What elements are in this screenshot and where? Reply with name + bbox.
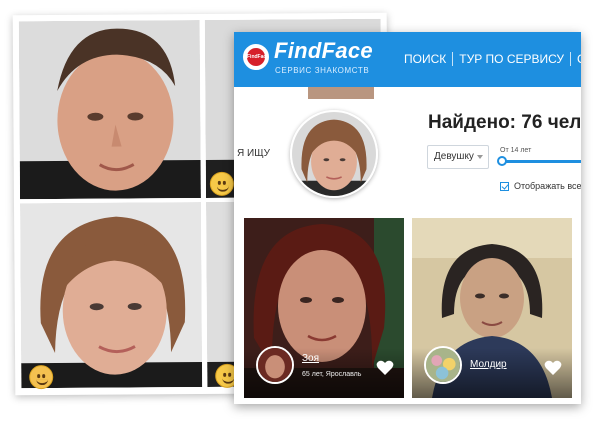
top-bar: FindFace FindFace СЕРВИС ЗНАКОМСТВ ПОИСК… (234, 32, 581, 87)
nav-item-tour[interactable]: ТУР ПО СЕРВИСУ (453, 52, 570, 66)
main-nav: ПОИСК ТУР ПО СЕРВИСУ СИ (398, 52, 581, 66)
brand-name[interactable]: FindFace (274, 38, 373, 64)
heart-icon[interactable] (544, 360, 562, 376)
gender-select-value: Девушку (434, 151, 474, 162)
woman-face-photo (19, 202, 203, 389)
result-name-link[interactable]: Молдир (470, 359, 507, 370)
stage: FindFace FindFace СЕРВИС ЗНАКОМСТВ ПОИСК… (0, 0, 600, 421)
i-search-label: Я ИЩУ (237, 148, 270, 159)
result-card[interactable]: Зоя 65 лет, Ярославль (244, 218, 404, 398)
show-all-label: Отображать всех (514, 181, 581, 191)
heart-icon[interactable] (376, 360, 394, 376)
gender-select[interactable]: Девушку (427, 145, 489, 169)
findface-logo-icon[interactable]: FindFace (243, 44, 269, 70)
result-details: 65 лет, Ярославль (302, 371, 362, 378)
brand-tagline: СЕРВИС ЗНАКОМСТВ (275, 66, 370, 75)
nav-item-search[interactable]: ПОИСК (398, 52, 452, 66)
search-photo[interactable] (290, 110, 378, 198)
chevron-down-icon (477, 155, 483, 159)
show-all-checkbox[interactable] (500, 182, 509, 191)
results-count: Найдено: 76 чел (428, 112, 581, 133)
man-face-photo (18, 20, 201, 200)
photo-strip (308, 87, 374, 99)
age-slider-handle[interactable] (497, 156, 507, 166)
age-slider-track[interactable] (500, 160, 581, 163)
avatar[interactable] (256, 346, 294, 384)
grinning-emoji-icon (209, 171, 234, 196)
findface-window: FindFace FindFace СЕРВИС ЗНАКОМСТВ ПОИСК… (234, 32, 581, 404)
avatar[interactable] (424, 346, 462, 384)
result-name-link[interactable]: Зоя (302, 353, 319, 364)
nav-item-more[interactable]: СИ (571, 52, 581, 66)
blonde-woman-emoji-icon (29, 365, 54, 390)
result-card[interactable]: Молдир (412, 218, 572, 398)
age-label: От 14 лет (500, 147, 532, 154)
